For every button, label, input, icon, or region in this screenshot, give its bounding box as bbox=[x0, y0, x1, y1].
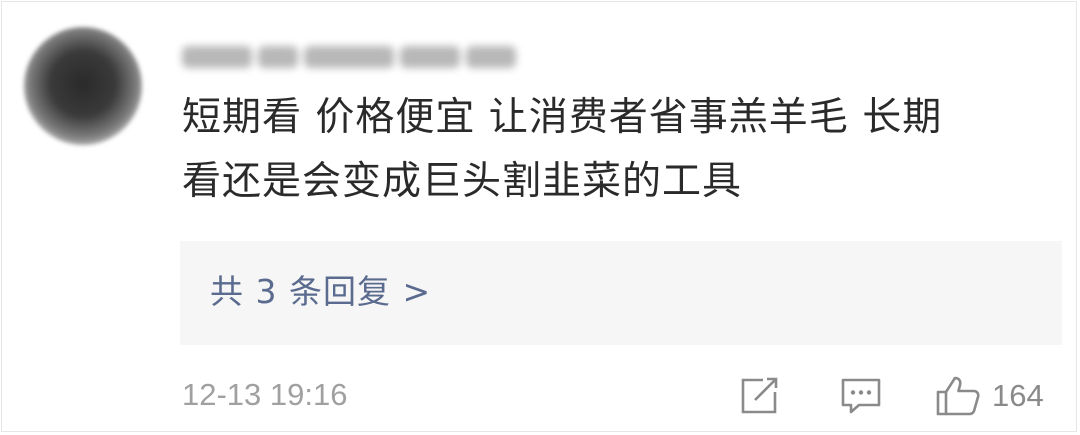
like-count: 164 bbox=[992, 378, 1044, 413]
reply-button[interactable] bbox=[838, 374, 884, 418]
share-button[interactable] bbox=[737, 374, 781, 418]
comment-text: 短期看 价格便宜 让消费者省事羔羊毛 长期 看还是会变成巨头割韭菜的工具 bbox=[182, 86, 1062, 214]
comment-icon bbox=[841, 378, 881, 414]
like-button[interactable]: 164 bbox=[934, 374, 1060, 418]
view-replies-link[interactable]: 共 3 条回复 > bbox=[210, 272, 431, 312]
comment-card: 短期看 价格便宜 让消费者省事羔羊毛 长期 看还是会变成巨头割韭菜的工具 共 3… bbox=[1, 1, 1077, 432]
replies-panel[interactable]: 共 3 条回复 > bbox=[180, 241, 1062, 345]
comment-line-2: 看还是会变成巨头割韭菜的工具 bbox=[182, 159, 743, 204]
comment-line-1: 短期看 价格便宜 让消费者省事羔羊毛 长期 bbox=[182, 95, 943, 140]
thumbs-up-icon bbox=[936, 376, 980, 416]
comment-timestamp: 12-13 19:16 bbox=[182, 377, 348, 412]
edit-share-icon bbox=[741, 377, 778, 414]
username-blurred[interactable] bbox=[182, 40, 532, 74]
avatar[interactable] bbox=[24, 27, 142, 145]
